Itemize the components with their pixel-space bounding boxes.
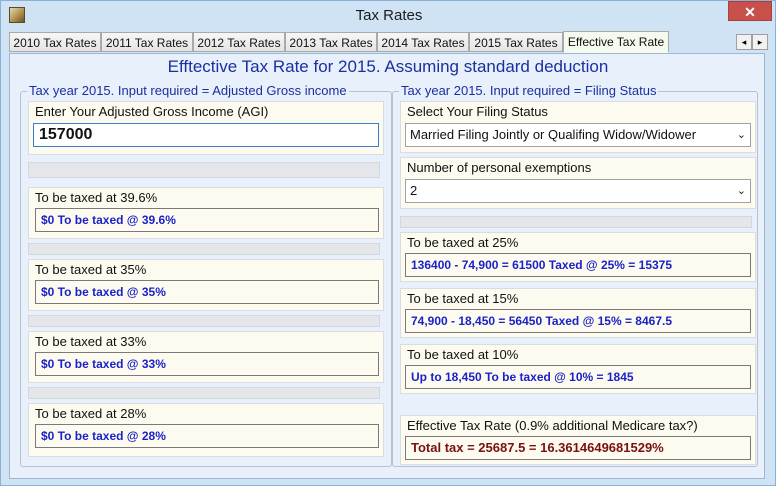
window-title: Tax Rates <box>355 7 423 24</box>
bracket-25-box: To be taxed at 25% 136400 - 74,900 = 615… <box>400 232 756 282</box>
exemptions-select[interactable]: 2 ⌄ <box>405 179 751 203</box>
tab-scroll-left-button[interactable]: ◂ <box>736 34 752 50</box>
bracket-33-label: To be taxed at 33% <box>35 334 147 349</box>
bracket-39-6-value: $0 To be taxed @ 39.6% <box>35 208 379 232</box>
tab-effective-tax-rate[interactable]: Effective Tax Rate <box>563 31 669 53</box>
exemptions-box: Number of personal exemptions 2 ⌄ <box>400 157 756 209</box>
bracket-28-label: To be taxed at 28% <box>35 406 147 421</box>
effective-rate-box: Effective Tax Rate (0.9% additional Medi… <box>400 415 756 465</box>
filing-status-box: Select Your Filing Status Married Filing… <box>400 101 756 153</box>
main-window: Tax Rates ✕ 2010 Tax Rates 2011 Tax Rate… <box>0 0 776 486</box>
effective-tax-panel: Efftective Tax Rate for 2015. Assuming s… <box>9 53 765 479</box>
bracket-35-value: $0 To be taxed @ 35% <box>35 280 379 304</box>
tab-scroll-right-button[interactable]: ▸ <box>752 34 768 50</box>
separator <box>400 216 752 228</box>
title-bar: Tax Rates ✕ <box>1 1 775 32</box>
tab-2010[interactable]: 2010 Tax Rates <box>9 32 101 52</box>
bracket-28-value: $0 To be taxed @ 28% <box>35 424 379 448</box>
filing-status-value: Married Filing Jointly or Qualifing Wido… <box>410 127 697 142</box>
tab-2014[interactable]: 2014 Tax Rates <box>377 32 469 52</box>
bracket-35-label: To be taxed at 35% <box>35 262 147 277</box>
bracket-33-box: To be taxed at 33% $0 To be taxed @ 33% <box>28 331 384 383</box>
bracket-15-value: 74,900 - 18,450 = 56450 Taxed @ 15% = 84… <box>405 309 751 333</box>
bracket-33-value: $0 To be taxed @ 33% <box>35 352 379 376</box>
bracket-25-value: 136400 - 74,900 = 61500 Taxed @ 25% = 15… <box>405 253 751 277</box>
page-title: Efftective Tax Rate for 2015. Assuming s… <box>167 57 609 76</box>
filing-status-group: Tax year 2015. Input required = Filing S… <box>392 83 758 467</box>
bracket-35-box: To be taxed at 35% $0 To be taxed @ 35% <box>28 259 384 311</box>
tab-2015[interactable]: 2015 Tax Rates <box>469 32 563 52</box>
tab-2011[interactable]: 2011 Tax Rates <box>101 32 193 52</box>
filing-group-legend: Tax year 2015. Input required = Filing S… <box>399 83 659 98</box>
chevron-down-icon: ⌄ <box>736 185 746 197</box>
effective-rate-label: Effective Tax Rate (0.9% additional Medi… <box>407 418 698 433</box>
bracket-15-label: To be taxed at 15% <box>407 291 519 306</box>
agi-group: Tax year 2015. Input required = Adjusted… <box>20 83 392 467</box>
bracket-10-box: To be taxed at 10% Up to 18,450 To be ta… <box>400 344 756 394</box>
tab-2012[interactable]: 2012 Tax Rates <box>193 32 285 52</box>
bracket-10-label: To be taxed at 10% <box>407 347 519 362</box>
agi-input-box: Enter Your Adjusted Gross Income (AGI) 1… <box>28 101 384 155</box>
bracket-25-label: To be taxed at 25% <box>407 235 519 250</box>
filing-status-select[interactable]: Married Filing Jointly or Qualifing Wido… <box>405 123 751 147</box>
bracket-39-6-label: To be taxed at 39.6% <box>35 190 158 205</box>
exemptions-value: 2 <box>410 183 418 198</box>
agi-label: Enter Your Adjusted Gross Income (AGI) <box>35 104 269 119</box>
filing-status-label: Select Your Filing Status <box>407 104 548 119</box>
bracket-15-box: To be taxed at 15% 74,900 - 18,450 = 564… <box>400 288 756 338</box>
separator <box>28 243 380 255</box>
tab-2013[interactable]: 2013 Tax Rates <box>285 32 377 52</box>
close-button[interactable]: ✕ <box>728 1 772 21</box>
bracket-28-box: To be taxed at 28% $0 To be taxed @ 28% <box>28 403 384 457</box>
bracket-10-value: Up to 18,450 To be taxed @ 10% = 1845 <box>405 365 751 389</box>
agi-input[interactable]: 157000 <box>33 123 379 147</box>
effective-rate-value: Total tax = 25687.5 = 16.3614649681529% <box>405 436 751 460</box>
agi-group-legend: Tax year 2015. Input required = Adjusted… <box>27 83 349 98</box>
separator <box>28 162 380 178</box>
separator <box>28 387 380 399</box>
chevron-down-icon: ⌄ <box>736 129 746 141</box>
exemptions-label: Number of personal exemptions <box>407 160 592 175</box>
bracket-39-6-box: To be taxed at 39.6% $0 To be taxed @ 39… <box>28 187 384 239</box>
separator <box>28 315 380 327</box>
